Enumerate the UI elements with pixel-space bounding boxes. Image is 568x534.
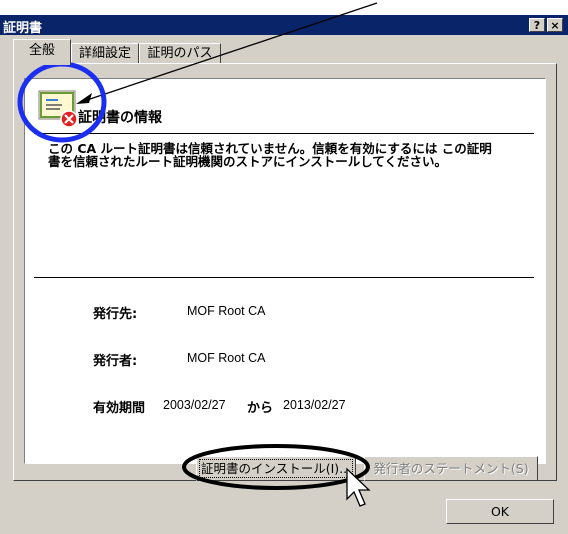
- issued-to-label: 発行先:: [93, 307, 138, 322]
- trust-message: この CA ルート証明書は信頼されていません。信頼を有効にするには この証明書を…: [48, 141, 492, 169]
- tab-general[interactable]: 全般: [13, 39, 71, 65]
- tab-details[interactable]: 詳細設定: [71, 43, 139, 63]
- issued-to-value: MOF Root CA: [187, 304, 266, 318]
- info-heading: 証明書の情報: [78, 110, 162, 126]
- certificate-dialog: 証明書 ? × 全般 詳細設定 証明のパス 証明書の情報 この CA ルート証明…: [0, 15, 568, 534]
- validity-from-to: から: [247, 401, 274, 416]
- divider-middle: [34, 277, 534, 278]
- issuer-statement-button[interactable]: 発行者のステートメント(S): [364, 456, 538, 481]
- certificate-icon: [38, 90, 82, 128]
- divider-top: [34, 133, 534, 134]
- validity-label: 有効期間: [93, 401, 146, 416]
- install-certificate-button[interactable]: 証明書のインストール(I)...: [196, 456, 356, 481]
- window-title: 証明書: [3, 21, 43, 36]
- close-button[interactable]: ×: [547, 18, 563, 32]
- ok-button[interactable]: OK: [446, 499, 554, 524]
- issued-by-label: 発行者:: [93, 354, 138, 369]
- valid-from: 2003/02/27: [163, 398, 226, 412]
- help-button[interactable]: ?: [529, 18, 545, 32]
- tab-certification-path[interactable]: 証明のパス: [139, 43, 221, 63]
- issued-by-value: MOF Root CA: [187, 351, 266, 365]
- valid-to: 2013/02/27: [283, 398, 346, 412]
- title-bar: 証明書 ? ×: [0, 15, 568, 36]
